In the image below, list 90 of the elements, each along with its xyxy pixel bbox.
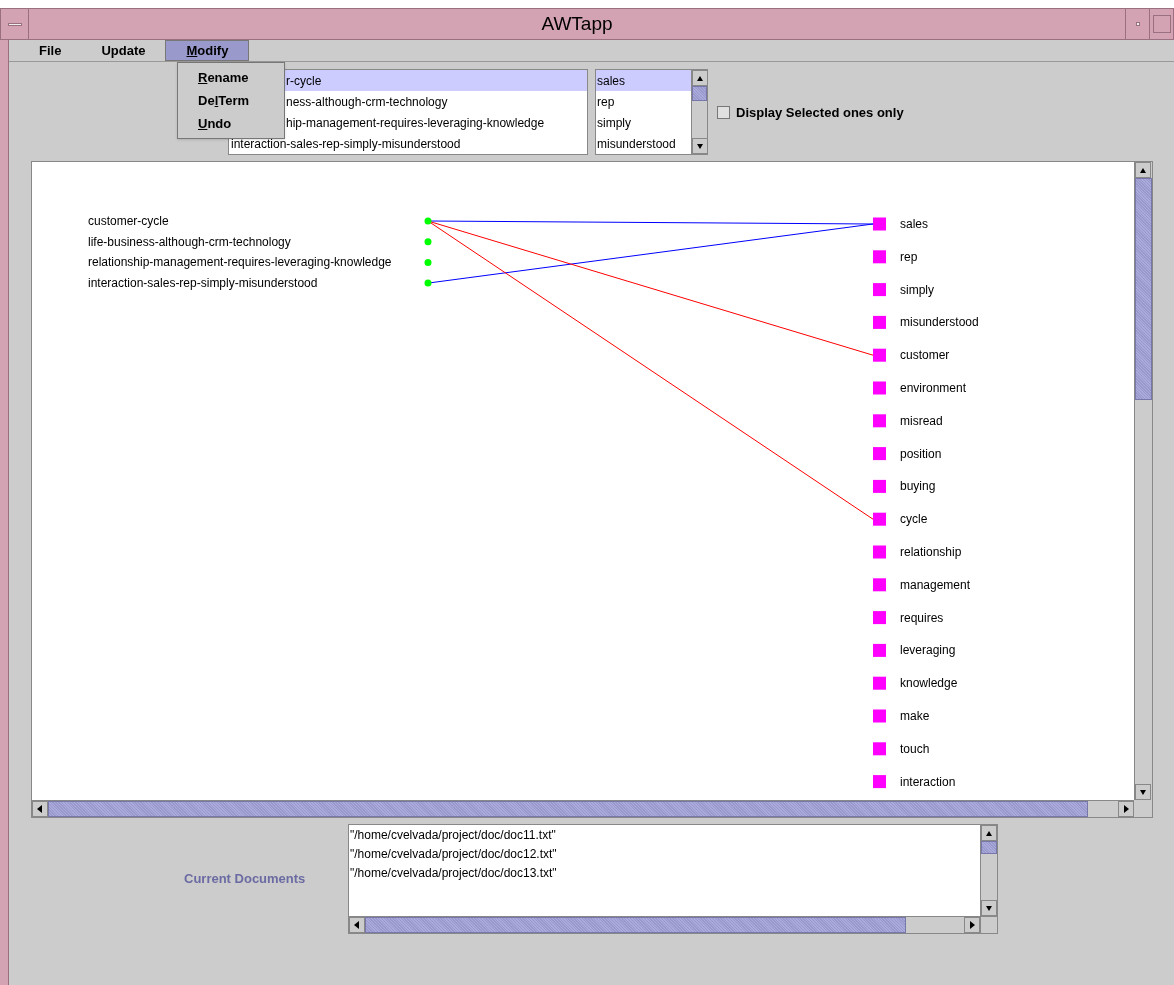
menu-item[interactable]: File bbox=[19, 40, 82, 61]
term-label: leveraging bbox=[900, 643, 956, 658]
term-node[interactable] bbox=[873, 315, 886, 329]
term-node[interactable] bbox=[873, 414, 886, 428]
scroll-up-button[interactable] bbox=[1135, 162, 1151, 178]
arrow-left-icon bbox=[35, 804, 45, 814]
term-node[interactable] bbox=[873, 676, 886, 690]
scrollbar-corner bbox=[980, 916, 997, 933]
term-node[interactable] bbox=[873, 381, 886, 395]
scroll-left-button[interactable] bbox=[32, 801, 48, 817]
document-label: customer-cycle bbox=[88, 214, 169, 228]
term-label: requires bbox=[900, 610, 944, 625]
list-item[interactable]: "/home/cvelvada/project/doc/doc13.txt" bbox=[349, 863, 980, 882]
scroll-up-button[interactable] bbox=[981, 825, 997, 841]
document-label: relationship-management-requires-leveraging-knowledge bbox=[88, 255, 392, 270]
scroll-thumb[interactable] bbox=[365, 917, 907, 933]
term-label: sales bbox=[900, 217, 928, 231]
menu-item[interactable]: Modify bbox=[165, 40, 250, 61]
list-item[interactable]: rep bbox=[596, 91, 691, 112]
current-documents-label: Current Documents bbox=[184, 870, 307, 888]
document-node[interactable] bbox=[424, 258, 432, 266]
menu-item[interactable]: Update bbox=[81, 40, 166, 61]
term-label: relationship bbox=[900, 545, 962, 559]
document-node[interactable] bbox=[424, 238, 432, 246]
checkbox[interactable] bbox=[717, 106, 730, 120]
document-node[interactable] bbox=[424, 279, 432, 287]
arrow-down-icon bbox=[1138, 787, 1148, 797]
scroll-left-button[interactable] bbox=[349, 917, 365, 933]
term-node[interactable] bbox=[873, 447, 886, 461]
term-label: misread bbox=[900, 413, 943, 428]
term-node[interactable] bbox=[873, 479, 886, 493]
term-label: position bbox=[900, 446, 942, 461]
term-label: knowledge bbox=[900, 676, 958, 691]
list-item[interactable]: "/home/cvelvada/project/doc/doc12.txt" bbox=[349, 844, 980, 863]
list-item[interactable]: misunderstood bbox=[596, 133, 691, 154]
term-node[interactable] bbox=[873, 250, 886, 264]
term-label: rep bbox=[900, 249, 918, 264]
checkbox-label: Display Selected ones only bbox=[736, 104, 904, 122]
scroll-down-button[interactable] bbox=[1135, 784, 1151, 800]
list-item[interactable]: interaction-sales-rep-simply-misunderstood bbox=[229, 133, 587, 154]
term-list[interactable]: sales rep simply misunderstood bbox=[595, 69, 708, 155]
list-item[interactable]: sales bbox=[596, 70, 691, 91]
term-node[interactable] bbox=[873, 709, 886, 723]
term-node[interactable] bbox=[873, 283, 886, 297]
document-node[interactable] bbox=[424, 217, 432, 225]
arrow-down-icon bbox=[695, 141, 705, 151]
document-label: interaction-sales-rep-simply-misunderstood bbox=[88, 276, 318, 291]
scroll-right-button[interactable] bbox=[964, 917, 980, 933]
scroll-right-button[interactable] bbox=[1118, 801, 1134, 817]
scroll-thumb[interactable] bbox=[692, 86, 707, 101]
term-label: simply bbox=[900, 282, 934, 297]
term-node[interactable] bbox=[873, 742, 886, 756]
current-documents-list[interactable]: "/home/cvelvada/project/doc/doc11.txt" "/home/cvelvada/project/doc/doc12.txt" "/home/cvelvada/project/doc/doc13.txt" bbox=[348, 824, 998, 934]
term-node[interactable] bbox=[873, 545, 886, 559]
term-label: management bbox=[900, 577, 971, 592]
term-label: interaction bbox=[900, 774, 956, 789]
term-node[interactable] bbox=[873, 348, 886, 362]
dash-icon bbox=[7, 22, 22, 26]
arrow-down-icon bbox=[984, 903, 994, 913]
arrow-right-icon bbox=[967, 920, 977, 930]
document-label: life-business-although-crm-technology bbox=[88, 234, 291, 249]
term-label: cycle bbox=[900, 512, 928, 527]
window-title: AWTapp bbox=[540, 11, 614, 36]
term-node[interactable] bbox=[873, 512, 886, 526]
maximize-button[interactable] bbox=[1149, 9, 1173, 39]
horizontal-scrollbar[interactable] bbox=[349, 916, 980, 933]
term-node[interactable] bbox=[873, 775, 886, 789]
scroll-thumb[interactable] bbox=[1135, 178, 1152, 401]
term-label: make bbox=[900, 709, 930, 723]
scroll-up-button[interactable] bbox=[692, 70, 708, 86]
term-node[interactable] bbox=[873, 578, 886, 592]
scroll-thumb[interactable] bbox=[981, 841, 997, 855]
scroll-down-button[interactable] bbox=[692, 138, 708, 154]
list-item[interactable]: "/home/cvelvada/project/doc/doc11.txt" bbox=[349, 825, 980, 844]
vertical-scrollbar[interactable] bbox=[1134, 162, 1152, 800]
term-node[interactable] bbox=[873, 217, 886, 231]
vertical-scrollbar[interactable] bbox=[980, 825, 997, 916]
term-label: touch bbox=[900, 741, 930, 756]
arrow-right-icon bbox=[1121, 804, 1131, 814]
vertical-scrollbar[interactable] bbox=[691, 70, 707, 154]
term-node[interactable] bbox=[873, 643, 886, 657]
term-label: customer bbox=[900, 348, 950, 363]
term-label: environment bbox=[900, 381, 967, 395]
square-icon bbox=[1152, 15, 1171, 33]
list-item[interactable]: simply bbox=[596, 112, 691, 133]
term-label: buying bbox=[900, 479, 936, 494]
term-node[interactable] bbox=[873, 611, 886, 625]
scroll-down-button[interactable] bbox=[981, 900, 997, 916]
term-label: misunderstood bbox=[900, 315, 979, 330]
arrow-left-icon bbox=[352, 920, 362, 930]
